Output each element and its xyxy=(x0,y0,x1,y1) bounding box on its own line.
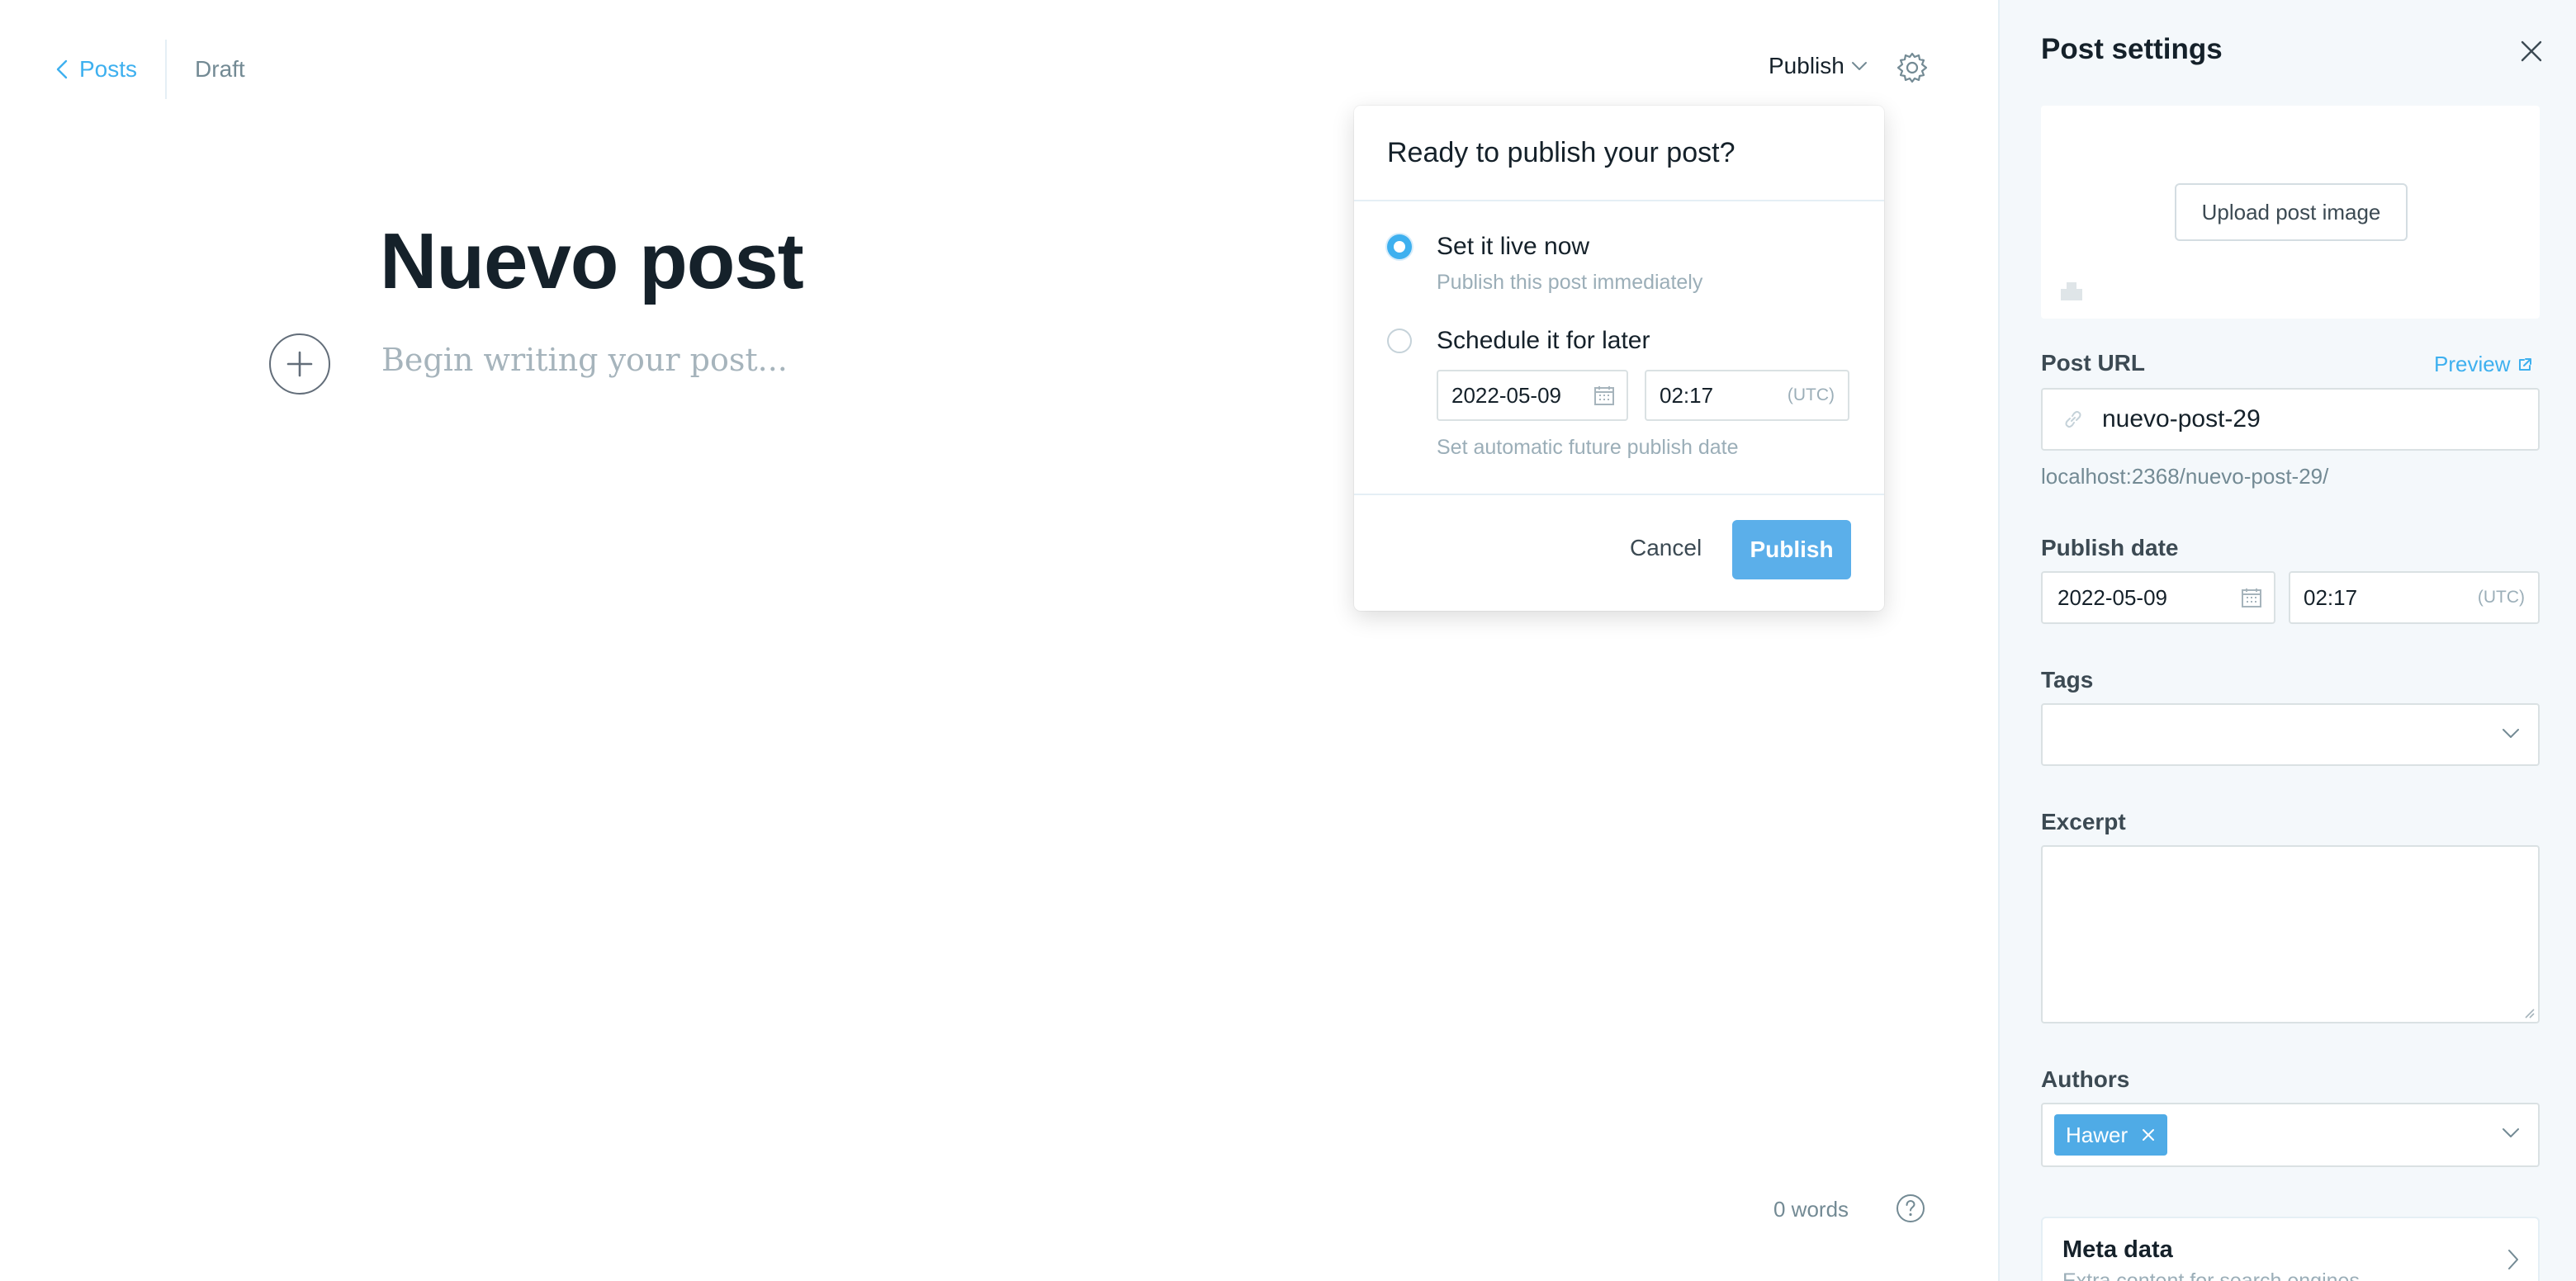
option-publish-now[interactable]: Set it live now Publish this post immedi… xyxy=(1387,233,1703,295)
schedule-time-input[interactable]: 02:17 (UTC) xyxy=(1645,370,1849,421)
publish-timezone: (UTC) xyxy=(2477,588,2525,607)
publish-dropdown: Ready to publish your post? Set it live … xyxy=(1354,106,1884,611)
image-placeholder-icon xyxy=(2061,282,2082,300)
post-body-editor[interactable]: Begin writing your post... xyxy=(381,342,788,378)
publish-date-label: Publish date xyxy=(2041,535,2179,560)
author-chip: Hawer xyxy=(2054,1114,2168,1156)
close-settings-button[interactable] xyxy=(2520,40,2543,63)
publish-time-value: 02:17 xyxy=(2304,584,2358,610)
chevron-down-icon xyxy=(2503,1128,2519,1137)
post-settings-title: Post settings xyxy=(2041,33,2223,65)
post-status: Draft xyxy=(195,56,245,82)
publish-menu-trigger[interactable]: Publish xyxy=(1769,53,1868,79)
publish-date-input[interactable]: 2022-05-09 xyxy=(2041,571,2275,624)
publish-time-input[interactable]: 02:17 (UTC) xyxy=(2289,571,2540,624)
option-schedule-later-title: Schedule it for later xyxy=(1437,327,1650,354)
add-card-button[interactable] xyxy=(269,333,330,395)
publish-dropdown-title: Ready to publish your post? xyxy=(1354,106,1884,201)
publish-dropdown-footer: Cancel Publish xyxy=(1354,494,1884,611)
link-icon xyxy=(2065,410,2081,428)
radio-schedule-later[interactable] xyxy=(1387,329,1412,353)
chevron-right-icon xyxy=(2508,1250,2518,1269)
post-settings-panel: Post settings Upload post image Post URL… xyxy=(1998,0,2576,1281)
calendar-icon xyxy=(1594,386,1614,405)
option-publish-now-subtitle: Publish this post immediately xyxy=(1437,271,1703,294)
close-icon xyxy=(2521,40,2542,62)
post-image-box: Upload post image xyxy=(2041,106,2540,319)
excerpt-label: Excerpt xyxy=(2041,809,2126,834)
publish-date-value: 2022-05-09 xyxy=(2057,584,2167,610)
post-url-slug: nuevo-post-29 xyxy=(2102,405,2261,433)
author-name: Hawer xyxy=(2066,1122,2129,1147)
preview-link[interactable]: Preview xyxy=(2434,352,2533,377)
cancel-button[interactable]: Cancel xyxy=(1630,535,1702,561)
radio-publish-now[interactable] xyxy=(1387,234,1412,259)
option-schedule-later-text: Schedule it for later 2022-05-09 02:17 (… xyxy=(1437,327,1849,460)
tags-label: Tags xyxy=(2041,667,2094,692)
publish-button[interactable]: Publish xyxy=(1732,520,1851,579)
post-title[interactable]: Nuevo post xyxy=(380,216,804,307)
preview-link-label: Preview xyxy=(2434,352,2511,376)
post-url-full: localhost:2368/nuevo-post-29/ xyxy=(2041,464,2329,489)
breadcrumb-divider xyxy=(165,40,168,99)
meta-data-subtitle: Extra content for search engines xyxy=(2062,1269,2360,1281)
option-schedule-later[interactable]: Schedule it for later 2022-05-09 02:17 (… xyxy=(1387,327,1849,460)
option-publish-now-text: Set it live now Publish this post immedi… xyxy=(1437,233,1703,295)
external-link-icon xyxy=(2519,357,2532,371)
back-to-posts-link[interactable]: Posts xyxy=(56,56,137,83)
resize-grip-icon[interactable] xyxy=(2522,1005,2535,1019)
upload-post-image-button[interactable]: Upload post image xyxy=(2175,183,2408,241)
option-publish-now-title: Set it live now xyxy=(1437,233,1590,260)
plus-icon xyxy=(286,351,313,377)
chevron-down-icon xyxy=(1851,62,1867,70)
schedule-hint: Set automatic future publish date xyxy=(1437,436,1739,459)
settings-gear-button[interactable] xyxy=(1896,51,1929,84)
remove-author-icon[interactable] xyxy=(2141,1127,2156,1142)
authors-label: Authors xyxy=(2041,1066,2130,1092)
gear-icon xyxy=(1896,52,1928,83)
calendar-icon xyxy=(2242,589,2261,607)
excerpt-textarea[interactable] xyxy=(2041,845,2540,1023)
schedule-time-value: 02:17 xyxy=(1660,382,1714,408)
schedule-date-input[interactable]: 2022-05-09 xyxy=(1437,370,1628,421)
chevron-down-icon xyxy=(2503,729,2519,738)
word-count: 0 words xyxy=(1773,1197,1849,1222)
editor-breadcrumb: Posts Draft xyxy=(56,40,245,99)
chevron-left-icon xyxy=(56,59,68,79)
schedule-timezone: (UTC) xyxy=(1787,385,1835,404)
schedule-datetime-row: 2022-05-09 02:17 (UTC) xyxy=(1437,370,1849,421)
post-url-input[interactable]: nuevo-post-29 xyxy=(2041,388,2540,451)
meta-data-title: Meta data xyxy=(2062,1236,2173,1263)
back-link-label: Posts xyxy=(79,56,138,82)
tags-select[interactable] xyxy=(2041,703,2540,766)
schedule-date-value: 2022-05-09 xyxy=(1451,382,1561,408)
post-url-label: Post URL xyxy=(2041,350,2145,376)
editor-area: Posts Draft Publish Nuevo post Begin wri… xyxy=(0,0,1998,1281)
publish-trigger-label: Publish xyxy=(1769,53,1844,78)
authors-select[interactable]: Hawer xyxy=(2041,1103,2540,1167)
help-button[interactable] xyxy=(1896,1194,1925,1223)
question-circle-icon xyxy=(1896,1194,1925,1222)
meta-data-card[interactable]: Meta data Extra content for search engin… xyxy=(2041,1217,2540,1281)
